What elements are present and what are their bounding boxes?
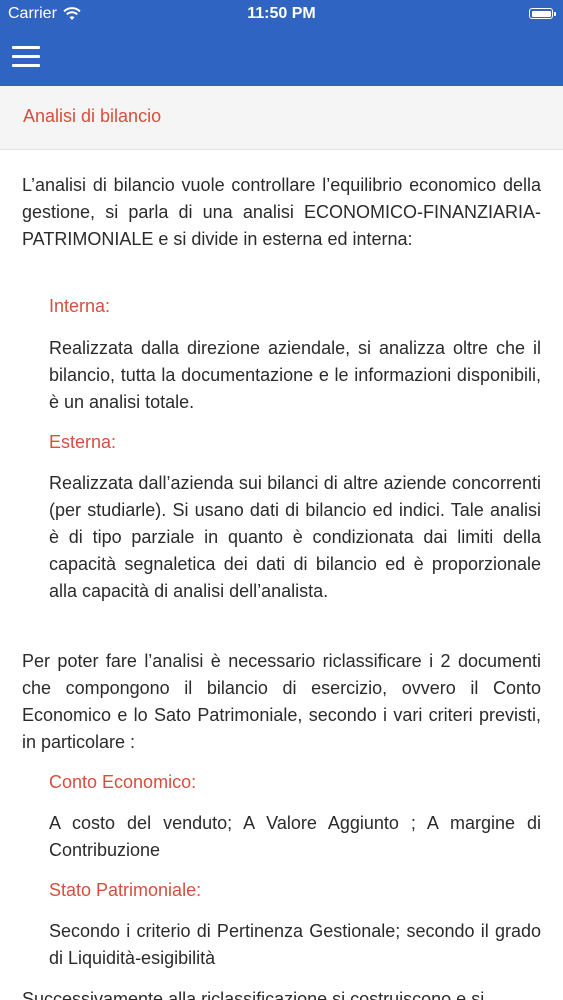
next-paragraph: Successivamente alla riclassificazione s…	[22, 989, 485, 1000]
status-bar: Carrier 11:50 PM	[0, 0, 563, 30]
esterna-heading: Esterna:	[49, 432, 117, 452]
hamburger-menu-icon[interactable]	[12, 43, 44, 71]
page-title: Analisi di bilancio	[23, 106, 162, 126]
nav-bar	[0, 30, 563, 86]
riclassificazione-paragraph: Per poter fare l’analisi è necessario ri…	[22, 651, 541, 752]
content-area[interactable]: L’analisi di bilancio vuole controllare …	[0, 150, 563, 1000]
stato-patrimoniale-heading: Stato Patrimoniale:	[49, 880, 202, 900]
conto-economico-heading: Conto Economico:	[49, 772, 197, 792]
conto-economico-paragraph: A costo del venduto; A Valore Aggiunto ;…	[49, 813, 541, 860]
stato-patrimoniale-paragraph: Secondo i criterio di Pertinenza Gestion…	[49, 921, 541, 968]
section-header: Analisi di bilancio	[0, 86, 563, 150]
status-time: 11:50 PM	[247, 5, 316, 22]
interna-heading: Interna:	[49, 296, 111, 316]
interna-paragraph: Realizzata dalla direzione aziendale, si…	[49, 338, 541, 412]
battery-icon	[529, 8, 556, 19]
esterna-paragraph: Realizzata dall’azienda sui bilanci di a…	[49, 473, 541, 601]
intro-paragraph: L’analisi di bilancio vuole controllare …	[22, 175, 541, 249]
